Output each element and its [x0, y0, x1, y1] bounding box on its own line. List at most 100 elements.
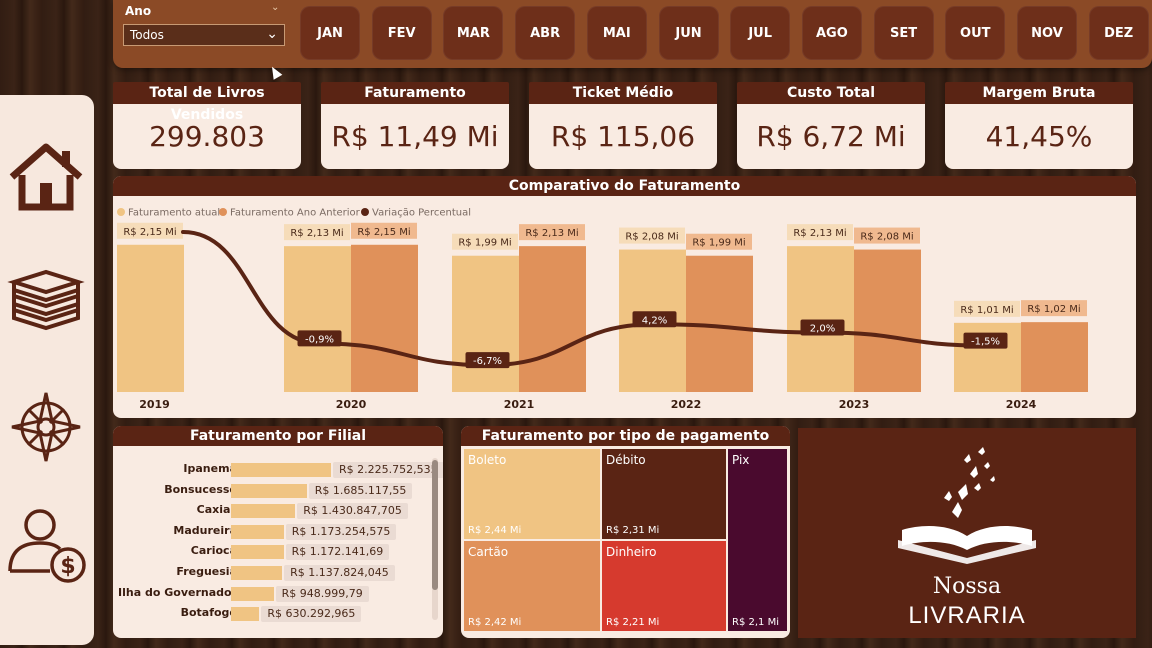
x-tick-label: 2024: [1006, 398, 1037, 411]
filial-row[interactable]: Madureira R$ 1.173.254,575: [113, 523, 443, 541]
filial-row[interactable]: Freguesia R$ 1.137.824,045: [113, 564, 443, 582]
home-icon[interactable]: [6, 137, 86, 217]
month-button-jul[interactable]: JUL: [730, 6, 791, 60]
ano-value: Todos: [130, 28, 164, 42]
data-label: R$ 2,13 Mi: [290, 228, 343, 239]
treemap-value: R$ 2,44 Mi: [468, 525, 522, 536]
data-label: R$ 1,99 Mi: [458, 238, 511, 249]
variation-label: -1,5%: [971, 337, 1000, 348]
filial-name: Botafogo: [180, 606, 237, 620]
filial-value: R$ 2.225.752,535: [333, 462, 443, 478]
x-tick-label: 2023: [839, 398, 870, 411]
filial-value: R$ 1.172.141,69: [285, 544, 390, 561]
legend-marker: [117, 208, 125, 216]
data-label: R$ 2,08 Mi: [625, 232, 678, 243]
filial-bar: [231, 504, 296, 519]
kpi-label: Total de Livros Vendidos: [113, 82, 301, 123]
bar-faturamento-anterior[interactable]: [1021, 322, 1088, 392]
ano-label: Ano: [125, 4, 152, 18]
treemap-tile-dinheiro[interactable]: Dinheiro R$ 2,21 Mi: [601, 540, 727, 632]
filial-value: R$ 1.685.117,55: [308, 482, 413, 499]
data-label: R$ 1,02 Mi: [1027, 304, 1080, 315]
filial-name: Ipanema: [183, 462, 237, 475]
kpi-label: Ticket Médio: [529, 82, 717, 104]
month-button-dez[interactable]: DEZ: [1088, 6, 1149, 60]
filial-value: R$ 1.430.847,705: [297, 503, 408, 520]
month-button-ago[interactable]: AGO: [801, 6, 862, 60]
kpi-label: Margem Bruta: [945, 82, 1133, 104]
filial-value: R$ 1.173.254,575: [285, 523, 397, 540]
treemap-tile-boleto[interactable]: Boleto R$ 2,44 Mi: [463, 448, 601, 540]
bar-faturamento-atual[interactable]: [117, 244, 184, 392]
sidebar: $: [0, 95, 94, 645]
kpi-value: R$ 115,06: [529, 104, 717, 169]
month-button-nov[interactable]: NOV: [1017, 6, 1077, 60]
treemap-tile-cartão[interactable]: Cartão R$ 2,42 Mi: [463, 540, 601, 632]
variation-label: 4,2%: [642, 315, 667, 326]
data-label: R$ 1,99 Mi: [692, 238, 745, 249]
month-button-set[interactable]: SET: [873, 6, 934, 60]
treemap-value: R$ 2,31 Mi: [606, 525, 660, 536]
bar-faturamento-atual[interactable]: [787, 246, 854, 392]
logo-text-nossa: Nossa: [932, 574, 1002, 599]
month-button-mar[interactable]: MAR: [443, 6, 504, 60]
treemap-label: Cartão: [468, 545, 509, 559]
books-icon[interactable]: [6, 260, 86, 340]
treemap-tile-débito[interactable]: Débito R$ 2,31 Mi: [601, 448, 727, 540]
filial-name: Madureira: [173, 523, 237, 537]
bar-faturamento-atual[interactable]: [452, 255, 519, 392]
x-tick-label: 2021: [504, 398, 535, 411]
bar-faturamento-anterior[interactable]: [854, 249, 921, 392]
kpi-label: Faturamento: [321, 82, 509, 104]
svg-text:$: $: [60, 554, 75, 579]
month-button-mai[interactable]: MAI: [586, 6, 647, 60]
filial-value: R$ 948.999,79: [275, 585, 369, 602]
filial-row[interactable]: Bonsucesso R$ 1.685.117,55: [113, 482, 443, 500]
filial-row[interactable]: Ilha do Governador R$ 948.999,79: [113, 585, 443, 603]
filial-row[interactable]: Ipanema R$ 2.225.752,535: [113, 461, 443, 479]
user-money-icon[interactable]: $: [6, 503, 86, 583]
bar-faturamento-atual[interactable]: [284, 246, 351, 392]
legend-marker: [361, 208, 369, 216]
treemap-tile-pix[interactable]: Pix R$ 2,1 Mi: [727, 448, 788, 632]
bar-faturamento-anterior[interactable]: [351, 244, 418, 392]
filial-row[interactable]: Caxias R$ 1.430.847,705: [113, 502, 443, 520]
filial-value: R$ 1.137.824,045: [284, 565, 395, 581]
scrollbar-thumb[interactable]: [432, 460, 438, 590]
month-button-abr[interactable]: ABR: [515, 6, 576, 60]
filial-row[interactable]: Carioca R$ 1.172.141,69: [113, 543, 443, 561]
month-button-jan[interactable]: JAN: [300, 6, 360, 60]
variation-label: -6,7%: [473, 356, 502, 367]
kpi-card: Margem Bruta 41,45%: [945, 82, 1133, 169]
filial-row[interactable]: Botafogo R$ 630.292,965: [113, 605, 443, 623]
filial-value: R$ 630.292,965: [261, 606, 362, 623]
data-label: R$ 2,13 Mi: [793, 228, 846, 239]
filial-bar: [231, 483, 307, 498]
variation-label: -0,9%: [305, 334, 334, 345]
filial-bar: [231, 586, 274, 601]
bar-faturamento-anterior[interactable]: [519, 246, 586, 392]
month-button-fev[interactable]: FEV: [371, 6, 432, 60]
logo-text-livraria: LIVRARIA: [908, 602, 1026, 629]
treemap-value: R$ 2,1 Mi: [732, 617, 779, 628]
kpi-value: R$ 6,72 Mi: [737, 104, 925, 169]
x-tick-label: 2019: [139, 398, 170, 411]
legend-item: Variação Percentual: [372, 208, 471, 219]
data-label: R$ 2,08 Mi: [860, 232, 913, 243]
treemap-label: Dinheiro: [606, 545, 657, 559]
data-label: R$ 2,13 Mi: [525, 228, 578, 239]
kpi-value: 41,45%: [945, 104, 1133, 169]
ano-dropdown[interactable]: Todos ⌄: [123, 24, 285, 46]
filial-name: Bonsucesso: [164, 482, 237, 496]
treemap-label: Boleto: [468, 453, 507, 467]
x-tick-label: 2020: [336, 398, 367, 411]
filial-bar: [231, 545, 284, 560]
comparativo-title: Comparativo do Faturamento: [113, 176, 1136, 196]
compass-icon[interactable]: [6, 387, 86, 467]
filial-bar: [231, 566, 283, 580]
filial-bar: [231, 524, 284, 539]
data-label: R$ 1,01 Mi: [960, 305, 1013, 316]
treemap-label: Débito: [606, 453, 646, 467]
month-button-jun[interactable]: JUN: [658, 6, 719, 60]
month-button-out[interactable]: OUT: [945, 6, 1006, 60]
